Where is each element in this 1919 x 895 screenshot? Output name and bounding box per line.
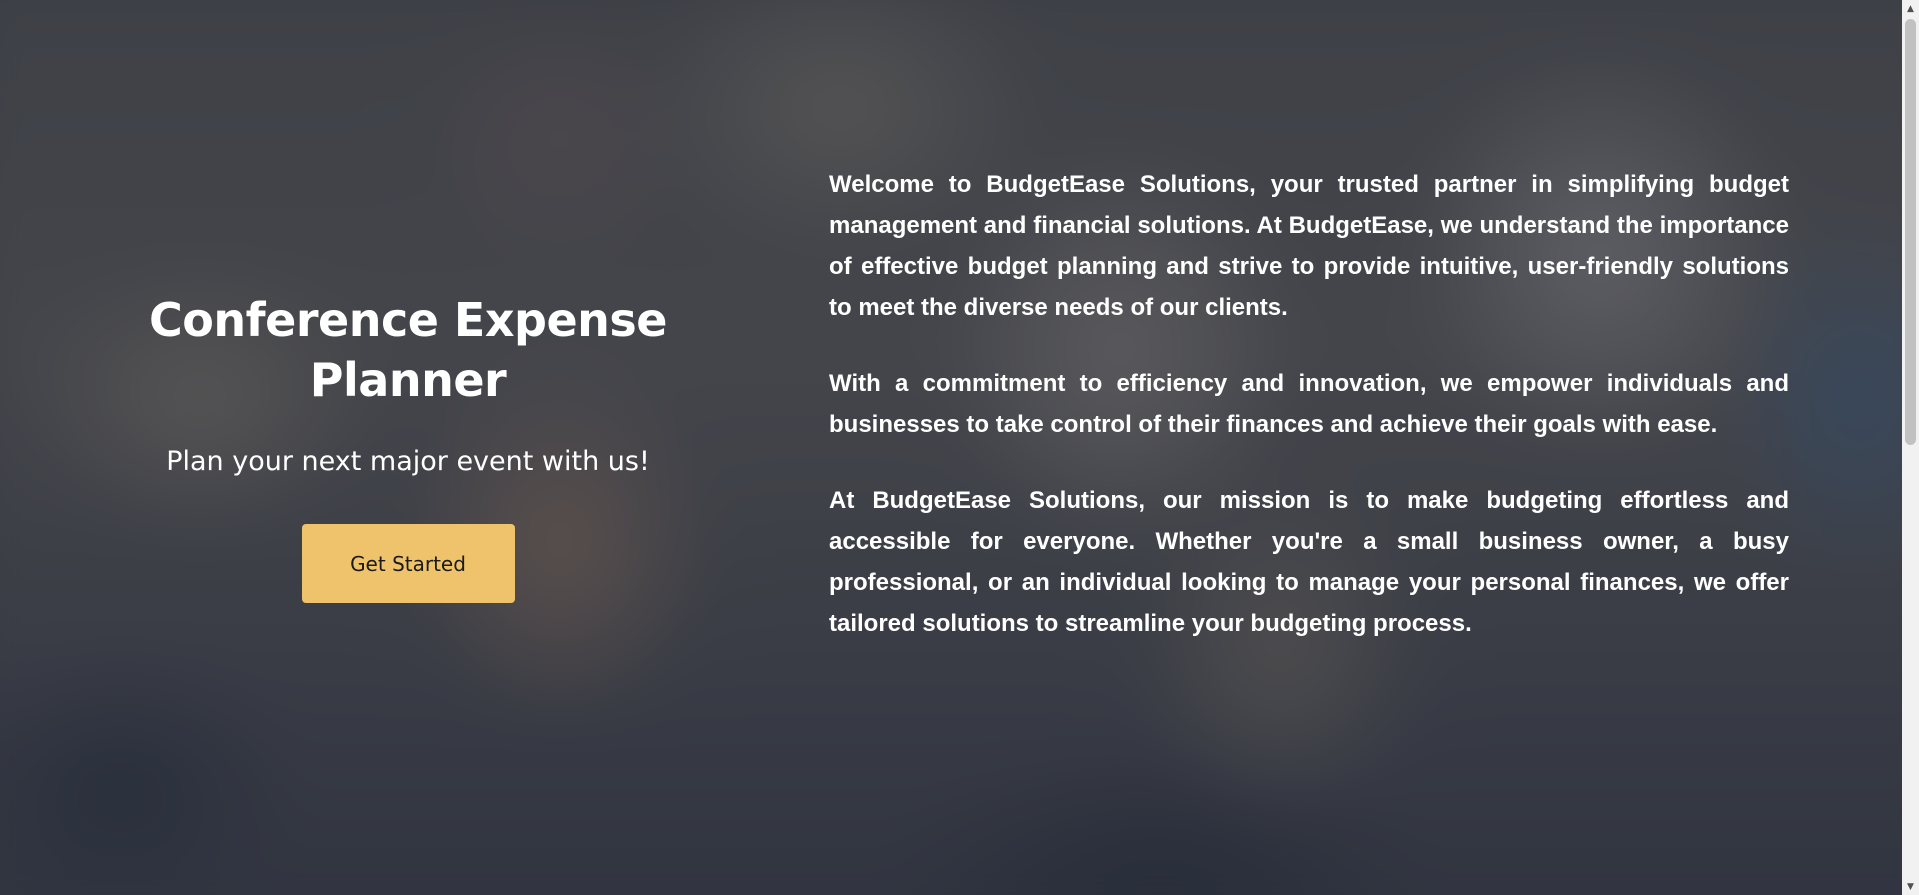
scrollbar-thumb[interactable] [1905, 19, 1916, 445]
landing-page: Conference Expense Planner Plan your nex… [0, 0, 1919, 895]
vertical-scrollbar[interactable]: ▲ ▼ [1902, 0, 1919, 895]
arrow-up-icon[interactable]: ▲ [1902, 0, 1919, 17]
arrow-down-icon[interactable]: ▼ [1902, 878, 1919, 895]
get-started-button[interactable]: Get Started [301, 524, 515, 603]
about-paragraph-commitment: With a commitment to efficiency and inno… [829, 370, 1789, 438]
page-title: Conference Expense Planner [149, 293, 667, 407]
about-section: Welcome to BudgetEase Solutions, your tr… [829, 164, 1789, 679]
about-paragraph-welcome: Welcome to BudgetEase Solutions, your tr… [829, 171, 1789, 321]
hero-subtitle: Plan your next major event with us! [166, 446, 650, 477]
about-paragraph-mission: At BudgetEase Solutions, our mission is … [829, 487, 1789, 637]
hero-section: Conference Expense Planner Plan your nex… [130, 290, 686, 603]
